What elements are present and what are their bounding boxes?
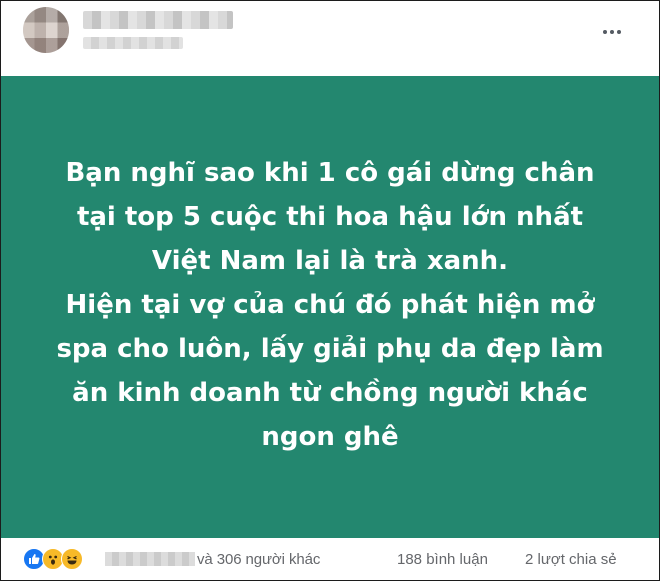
author-name-blurred[interactable] xyxy=(83,11,233,29)
post-footer: và 306 người khác 188 bình luận 2 lượt c… xyxy=(1,538,659,580)
haha-icon xyxy=(61,548,83,570)
reactions-count-text[interactable]: và 306 người khác xyxy=(197,551,320,568)
post-timestamp-blurred[interactable] xyxy=(83,37,183,49)
reaction-icons[interactable] xyxy=(23,548,83,570)
more-horizontal-icon xyxy=(603,30,607,34)
author-avatar[interactable] xyxy=(23,7,69,53)
more-horizontal-icon-dot xyxy=(617,30,621,34)
shares-count-link[interactable]: 2 lượt chia sẻ xyxy=(525,551,617,568)
post-content-panel: Bạn nghĩ sao khi 1 cô gái dừng chân tại … xyxy=(1,76,659,538)
comments-count-link[interactable]: 188 bình luận xyxy=(397,551,488,568)
post-header xyxy=(1,1,659,76)
post-card: Bạn nghĩ sao khi 1 cô gái dừng chân tại … xyxy=(0,0,660,581)
more-horizontal-icon-dot xyxy=(610,30,614,34)
more-options-button[interactable] xyxy=(597,23,627,41)
post-text: Bạn nghĩ sao khi 1 cô gái dừng chân tại … xyxy=(56,158,604,452)
reactor-names-blurred[interactable] xyxy=(105,552,195,566)
